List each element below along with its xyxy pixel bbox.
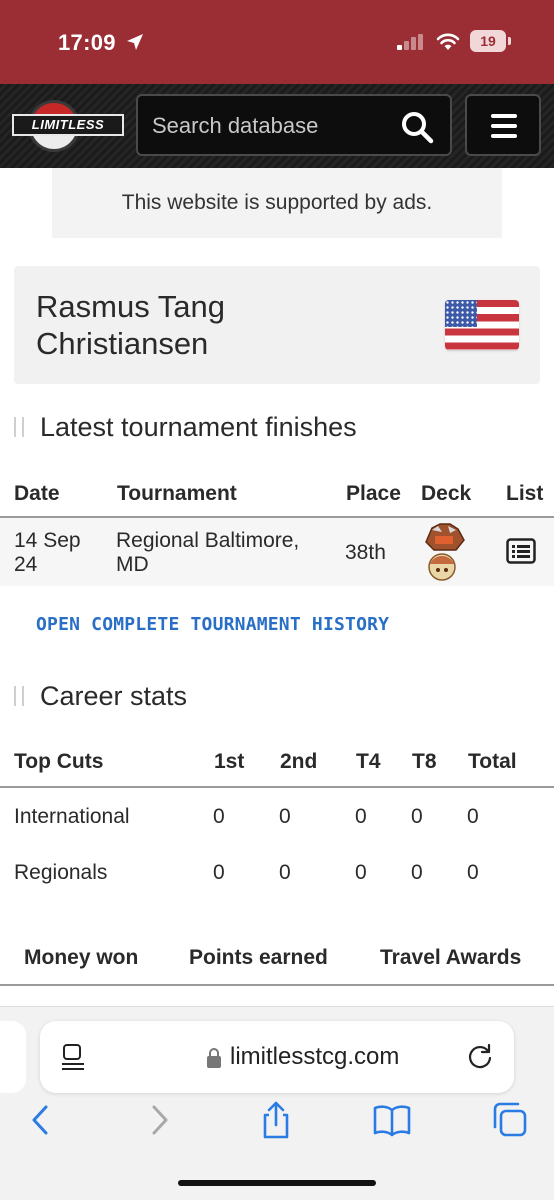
latest-finishes-title: Latest tournament finishes [40,412,357,442]
section-grip-icon [14,686,24,706]
col-top-cuts: Top Cuts [14,750,104,773]
row-label-international: International [14,805,130,828]
row-tournament-link[interactable]: Regional Baltimore, MD [116,529,331,577]
us-flag-icon [445,300,519,350]
col-total: Total [468,750,517,773]
stat-cell: 0 [467,805,479,828]
open-history-link[interactable]: OPEN COMPLETE TOURNAMENT HISTORY [36,614,389,635]
browser-toolbar: limitlesstcg.com [0,1006,554,1200]
back-icon[interactable] [20,1099,60,1141]
flag-canton [445,300,477,327]
col-date[interactable]: Date [14,482,60,506]
row-label-regionals: Regionals [14,861,108,884]
stat-cell: 0 [355,805,367,828]
menu-button[interactable] [465,94,541,156]
row-date: 14 Sep 24 [14,529,81,576]
forward-icon[interactable] [140,1099,180,1141]
hamburger-icon [491,114,517,118]
status-bar: 17:09 19 [0,0,554,84]
player-name: Rasmus Tang Christiansen [36,289,225,361]
tabs-icon[interactable] [490,1099,530,1141]
stat-cell: 0 [411,805,423,828]
limitless-logo[interactable]: LIMITLESS [12,98,124,154]
col-t4: T4 [356,750,381,773]
row-place: 38th [345,541,386,564]
career-stats-heading: Career stats [14,681,187,712]
hamburger-icon-bar [491,134,517,138]
stats-tabs: Money won Points earned Travel Awards [0,946,554,986]
lock-icon [207,1048,221,1068]
col-1st: 1st [214,750,245,773]
search-box[interactable] [136,94,452,156]
battery-indicator: 19 [470,30,506,52]
player-card: Rasmus Tang Christiansen [14,266,540,384]
location-arrow-icon [127,34,143,50]
list-icon[interactable] [506,538,536,564]
cellular-signal-icon [397,34,423,50]
section-grip-icon [14,417,24,437]
tab-travel-awards[interactable]: Travel Awards [380,946,521,970]
stat-cell: 0 [467,861,479,884]
logo-text: LIMITLESS [12,114,124,136]
career-header-divider [0,786,554,788]
status-time: 17:09 [58,30,116,55]
stat-cell: 0 [279,861,291,884]
search-icon[interactable] [400,110,434,144]
col-t8: T8 [412,750,437,773]
latest-finishes-heading: Latest tournament finishes [14,412,357,443]
battery-nub [508,37,511,45]
wifi-icon [436,33,460,50]
col-list[interactable]: List [506,482,543,506]
tab-points-earned[interactable]: Points earned [189,946,328,970]
tabs-divider [0,984,554,986]
home-indicator [178,1180,376,1186]
bookmarks-icon[interactable] [372,1099,412,1141]
deck-pokemon-icon[interactable] [418,520,470,584]
page-menu-icon[interactable] [60,1043,86,1071]
stat-cell: 0 [411,861,423,884]
reload-icon[interactable] [466,1043,494,1071]
col-2nd: 2nd [280,750,318,773]
hamburger-icon-bar [491,124,517,128]
stat-cell: 0 [213,805,225,828]
stat-cell: 0 [213,861,225,884]
tab-money-won[interactable]: Money won [24,946,138,970]
site-header: LIMITLESS [0,84,554,168]
col-tournament[interactable]: Tournament [117,482,237,506]
stat-cell: 0 [355,861,367,884]
share-icon[interactable] [256,1099,296,1141]
col-place[interactable]: Place [346,482,401,506]
url-text[interactable]: limitlesstcg.com [230,1043,399,1071]
address-bar[interactable]: limitlesstcg.com [40,1021,514,1093]
search-input[interactable] [152,112,392,140]
previous-tab-peek[interactable] [0,1021,26,1093]
ad-notice: This website is supported by ads. [52,168,502,238]
stat-cell: 0 [279,805,291,828]
career-stats-title: Career stats [40,681,188,711]
col-deck[interactable]: Deck [421,482,471,506]
